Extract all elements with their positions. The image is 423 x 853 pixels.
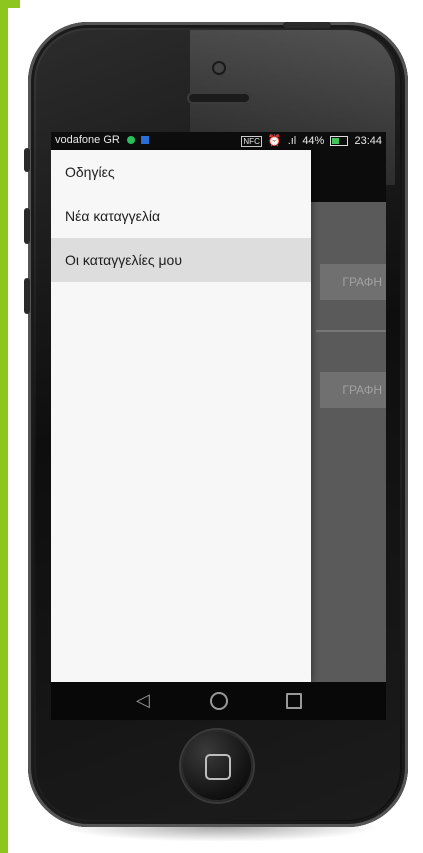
screen: vodafone GR NFC ⏰ .ıl 44% 23:44 ΓΡΑΦΗ ΓΡ… [51,132,386,682]
accent-border [0,0,8,853]
background-button-2: ΓΡΑΦΗ [320,372,386,408]
back-icon[interactable]: ◁ [136,690,150,711]
navigation-drawer: Οδηγίες Νέα καταγγελία Οι καταγγελίες μο… [51,150,311,682]
alarm-icon: ⏰ [267,135,282,147]
mute-switch [24,148,30,172]
nfc-icon: NFC [241,136,262,147]
status-bar: vodafone GR NFC ⏰ .ıl 44% 23:44 [51,132,386,150]
home-button[interactable] [181,730,253,802]
background-button-1: ΓΡΑΦΗ [320,264,386,300]
menu-item-my-complaints[interactable]: Οι καταγγελίες μου [51,238,311,282]
app-notification-icon [140,136,149,145]
speaker-grille [187,92,251,104]
status-right: NFC ⏰ .ıl 44% 23:44 [241,134,382,147]
carrier-label: vodafone GR [55,134,149,146]
home-button-icon [205,754,231,780]
whatsapp-notification-icon [126,136,135,145]
navigation-bar: ◁ [51,682,386,720]
battery-icon [330,136,349,147]
menu-item-instructions[interactable]: Οδηγίες [51,150,311,194]
signal-icon: .ıl [287,135,297,147]
recent-apps-icon[interactable] [286,693,302,709]
battery-percent: 44% [302,135,325,147]
home-icon[interactable] [210,692,228,710]
power-button [283,22,331,28]
camera-icon [214,63,224,73]
accent-border-top [0,0,20,8]
clock: 23:44 [354,135,382,147]
background-divider [316,330,386,332]
menu-item-new-complaint[interactable]: Νέα καταγγελία [51,194,311,238]
carrier-name: vodafone GR [55,134,120,146]
volume-up-button [24,208,30,244]
volume-down-button [24,278,30,314]
